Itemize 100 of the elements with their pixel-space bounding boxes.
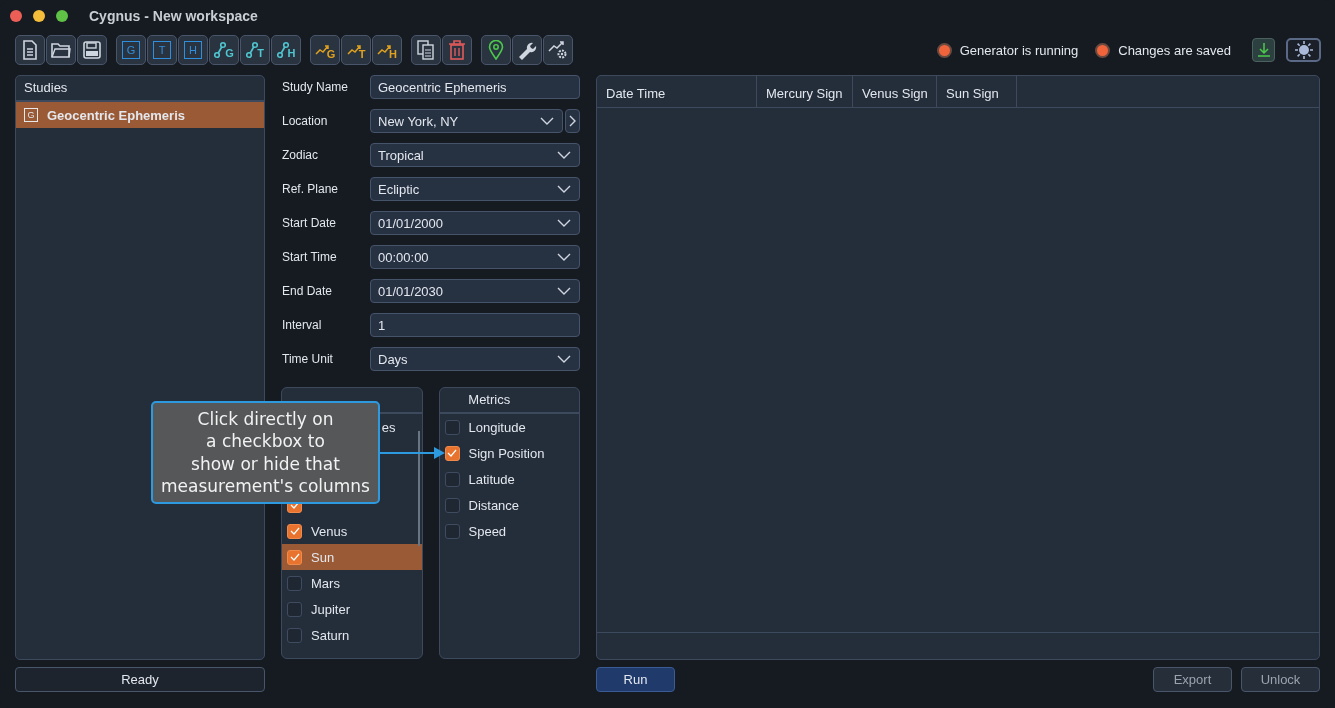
close-icon[interactable]: [10, 10, 22, 22]
checkbox[interactable]: [287, 627, 302, 643]
field-label: Ref. Plane: [281, 182, 340, 196]
scrollbar[interactable]: [417, 431, 420, 546]
status-label: Changes are saved: [1118, 42, 1231, 58]
download-icon: [1256, 42, 1271, 58]
node-link-icon: [276, 41, 289, 59]
column-header[interactable]: Venus Sign: [853, 76, 937, 107]
dropdown[interactable]: Days: [370, 347, 580, 371]
field-label: Study Name: [281, 80, 350, 94]
pointer-arrow: [380, 446, 446, 460]
checkbox[interactable]: [287, 523, 302, 539]
document-icon: [21, 40, 39, 60]
download-button[interactable]: [1252, 38, 1275, 62]
chevron-right-icon: [569, 115, 576, 127]
body-row[interactable]: Sun: [282, 544, 422, 570]
chart-settings-button[interactable]: [543, 35, 573, 65]
minimize-icon[interactable]: [33, 10, 45, 22]
node-study-button[interactable]: T: [240, 35, 270, 65]
text-field[interactable]: 1: [370, 313, 580, 337]
checkbox[interactable]: [444, 419, 460, 435]
checkbox[interactable]: [444, 445, 460, 461]
dropdown[interactable]: Tropical: [370, 143, 580, 167]
folder-icon: [51, 41, 71, 59]
column-header[interactable]: Sun Sign: [937, 76, 1017, 107]
list-label: es: [381, 419, 396, 435]
open-folder-button[interactable]: [46, 35, 76, 65]
field-label: End Date: [281, 284, 334, 298]
copy-button[interactable]: [411, 35, 441, 65]
chart-gear-icon: [548, 40, 568, 60]
body-row[interactable]: Saturn: [282, 622, 422, 648]
run-button[interactable]: Run: [596, 667, 675, 692]
checkbox[interactable]: [287, 601, 302, 617]
text-field[interactable]: Geocentric Ephemeris: [370, 75, 580, 99]
dropdown[interactable]: New York, NY: [370, 109, 563, 133]
chevron-down-icon: [557, 355, 571, 363]
trend-line-icon: [346, 43, 361, 57]
field-label: Start Date: [281, 216, 338, 230]
chevron-down-icon: [557, 151, 571, 159]
checkbox-label: Longitude: [468, 419, 526, 435]
dropdown[interactable]: 01/01/2000: [370, 211, 580, 235]
status-field: Ready: [15, 667, 265, 692]
node-link-icon: [246, 41, 259, 59]
chevron-down-icon: [557, 287, 571, 295]
export-button[interactable]: Export: [1153, 667, 1232, 692]
column-header[interactable]: Mercury Sign: [757, 76, 853, 107]
chevron-down-icon: [557, 253, 571, 261]
next-button[interactable]: [565, 109, 580, 133]
checkbox[interactable]: [444, 471, 460, 487]
trend-line-icon: [377, 43, 391, 57]
study-type-button[interactable]: G: [116, 35, 146, 65]
chevron-down-icon: [557, 185, 571, 193]
body-row[interactable]: Jupiter: [282, 596, 422, 622]
checkbox[interactable]: [287, 575, 302, 591]
trend-line-icon: [314, 43, 329, 57]
new-document-button[interactable]: [15, 35, 45, 65]
dropdown[interactable]: Ecliptic: [370, 177, 580, 201]
field-label: Time Unit: [281, 352, 334, 366]
node-study-button[interactable]: G: [209, 35, 239, 65]
body-row[interactable]: Mars: [282, 570, 422, 596]
field-label: Location: [281, 114, 329, 128]
checkbox-label: Sign Position: [468, 445, 545, 461]
dropdown[interactable]: 00:00:00: [370, 245, 580, 269]
study-item[interactable]: G Geocentric Ephemeris: [16, 102, 264, 128]
chevron-down-icon: [540, 117, 554, 125]
node-link-icon: [214, 41, 227, 59]
delete-button[interactable]: [442, 35, 472, 65]
checkbox[interactable]: [444, 497, 460, 513]
copy-icon: [417, 40, 435, 60]
sun-icon: [1293, 40, 1314, 60]
checkbox[interactable]: [444, 523, 460, 539]
unlock-button[interactable]: Unlock: [1241, 667, 1320, 692]
checkbox-label: Distance: [468, 497, 520, 513]
body-row[interactable]: Venus: [282, 518, 422, 544]
theme-toggle-button[interactable]: [1286, 38, 1321, 62]
map-pin-icon: [488, 40, 504, 60]
chart-study-button[interactable]: T: [341, 35, 371, 65]
field-label: Start Time: [281, 250, 338, 264]
field-label: Zodiac: [281, 148, 320, 162]
checkbox[interactable]: [287, 549, 302, 565]
checkbox-label: Speed: [468, 523, 507, 539]
maximize-icon[interactable]: [56, 10, 68, 22]
window-title: Cygnus - New workspace: [89, 8, 258, 24]
field-label: Interval: [281, 318, 323, 332]
location-button[interactable]: [481, 35, 511, 65]
chart-study-button[interactable]: H: [372, 35, 402, 65]
dropdown[interactable]: 01/01/2030: [370, 279, 580, 303]
status-label: Generator is running: [959, 42, 1079, 58]
save-button[interactable]: [77, 35, 107, 65]
tooltip: Click directly on a checkbox to show or hide that measurement's columns: [151, 401, 380, 504]
settings-button[interactable]: [512, 35, 542, 65]
study-type-button[interactable]: T: [147, 35, 177, 65]
checkbox-label: Latitude: [468, 471, 515, 487]
wrench-icon: [517, 40, 537, 60]
node-study-button[interactable]: H: [271, 35, 301, 65]
trash-icon: [448, 40, 466, 60]
study-type-button[interactable]: H: [178, 35, 208, 65]
chart-study-button[interactable]: G: [310, 35, 340, 65]
column-header[interactable]: Date Time: [597, 76, 757, 107]
panel-title: Metrics: [439, 388, 579, 414]
